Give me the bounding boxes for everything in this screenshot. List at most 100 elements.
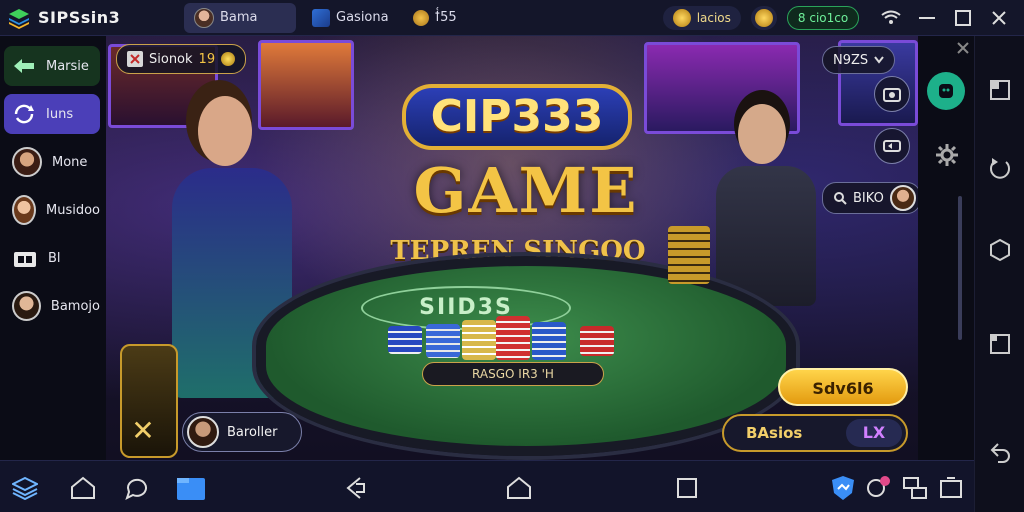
player-chip-label: BIKO <box>853 190 884 206</box>
sidebar-item-marsie[interactable]: Marsie <box>4 46 100 86</box>
chip-stack <box>462 320 496 360</box>
chip-stack <box>496 316 530 360</box>
recents-nav-icon[interactable] <box>674 475 700 501</box>
home-icon[interactable] <box>70 475 96 501</box>
tab-third[interactable]: ꝉ͑55 <box>403 3 467 33</box>
avatar <box>889 185 916 211</box>
expand-toggle[interactable]: N9ZS <box>822 46 896 74</box>
search-icon <box>834 192 847 205</box>
badge-label: Sionok <box>149 51 193 67</box>
sidebar-item-label: Musidoo <box>46 202 100 218</box>
chip-stack <box>668 226 710 284</box>
game-title: GAME <box>413 154 639 227</box>
bet-info-pill[interactable]: RASGO IR3 'H <box>422 362 604 386</box>
wifi-icon[interactable] <box>880 7 902 29</box>
gold-action-button[interactable]: Sdv6l6 <box>778 368 908 406</box>
close-square-icon <box>127 51 143 67</box>
chat-icon[interactable] <box>124 475 150 501</box>
player-label: Baroller <box>227 424 278 440</box>
player-chip[interactable]: BIKO <box>822 182 918 214</box>
dark-action-button[interactable]: BAsios LX <box>722 414 908 452</box>
app-title: SIPSsin3 <box>38 8 121 27</box>
chevron-down-icon <box>874 56 884 64</box>
bottom-bar <box>0 460 974 512</box>
avatar <box>12 195 36 225</box>
balance-pill[interactable]: 8 cio1co <box>786 5 860 30</box>
shield-icon[interactable] <box>830 475 856 501</box>
right-toolbar <box>918 36 974 460</box>
sidebar-item-label: Iuns <box>46 106 74 122</box>
avatar <box>187 416 219 448</box>
game-viewport[interactable]: Sionok 19 CIP333 GAME TEPREN SINGOO SIID… <box>106 36 918 460</box>
system-side-bar <box>974 36 1024 512</box>
window-icon[interactable] <box>988 332 1012 356</box>
collapse-icon[interactable] <box>956 40 970 54</box>
avatar <box>12 291 41 321</box>
scrollbar[interactable] <box>958 196 962 340</box>
recents-icon[interactable] <box>988 78 1012 102</box>
window-controls <box>880 7 1024 29</box>
coins-pill[interactable]: lacios <box>662 5 741 30</box>
sound-icon[interactable] <box>874 128 910 164</box>
chip-stack <box>426 324 460 358</box>
game-logo: CIP333 <box>402 84 632 150</box>
sidebar-item-label: Bl <box>48 250 61 266</box>
avatar <box>194 7 214 28</box>
sidebar-item-label: Mone <box>52 154 88 170</box>
sidebar-item-label: Bamojo <box>50 298 100 314</box>
coin-icon <box>412 9 429 26</box>
dark-button-label: BAsios <box>746 424 803 442</box>
rotate-icon[interactable] <box>988 156 1012 180</box>
chip-stack <box>580 326 614 356</box>
back-icon[interactable] <box>988 440 1012 464</box>
sidebar-item-musidoo[interactable]: Musidoo <box>4 190 100 230</box>
assistant-icon[interactable] <box>927 72 965 110</box>
tab-label: Gasiona <box>336 10 389 25</box>
home-nav-icon[interactable] <box>506 475 532 501</box>
close-icon[interactable] <box>988 7 1010 29</box>
notification-badge[interactable]: Sionok 19 <box>116 44 247 74</box>
top-bar: SIPSsin3 Bama Gasiona ꝉ͑55 lacios 8 cio1… <box>0 0 1024 36</box>
layers-icon[interactable] <box>12 475 38 501</box>
sidebar-item-iuns[interactable]: Iuns <box>4 94 100 134</box>
coin-icon <box>221 52 236 66</box>
top-right-label: N9ZS <box>833 52 869 68</box>
chip-stack <box>388 326 422 354</box>
camera-icon[interactable] <box>874 76 910 112</box>
folder-icon[interactable] <box>176 475 206 501</box>
app-icon <box>312 8 330 27</box>
app-brand: SIPSsin3 <box>0 7 176 29</box>
screenshot-icon[interactable] <box>938 475 964 501</box>
sidebar-item-label: Marsie <box>46 58 89 74</box>
close-icon[interactable]: ✕ <box>126 414 160 448</box>
emulator-window: SIPSsin3 Bama Gasiona ꝉ͑55 lacios 8 cio1… <box>0 0 1024 512</box>
player-pill[interactable]: Baroller <box>182 412 302 452</box>
refresh-icon <box>14 104 34 124</box>
multi-window-icon[interactable] <box>902 475 928 501</box>
tab-label: Bama <box>220 10 258 25</box>
dark-button-badge[interactable]: LX <box>846 419 902 447</box>
back-nav-icon[interactable] <box>342 475 368 501</box>
coins-label: lacios <box>696 10 731 25</box>
balance-label: 8 cio1co <box>797 10 849 25</box>
male-character <box>716 104 826 306</box>
tab-bama[interactable]: Bama <box>184 2 296 33</box>
sidebar-item-bamojo[interactable]: Bamojo <box>4 286 100 326</box>
game-controller-icon[interactable] <box>866 475 892 501</box>
folder-icon <box>14 252 36 267</box>
tab-label: ꝉ͑55 <box>434 10 457 25</box>
shake-icon[interactable] <box>988 238 1012 262</box>
settings-icon[interactable] <box>934 142 960 168</box>
sidebar-item-mone[interactable]: Mone <box>4 142 100 182</box>
tab-gasiona[interactable]: Gasiona <box>302 3 399 33</box>
badge-count: 19 <box>198 51 216 67</box>
coin-icon <box>754 8 773 27</box>
gold-coin-button[interactable] <box>750 5 777 30</box>
coin-icon <box>672 8 691 27</box>
maximize-icon[interactable] <box>952 7 974 29</box>
sidebar-item-bl[interactable]: Bl <box>4 238 100 278</box>
layers-logo-icon <box>9 8 29 29</box>
minimize-icon[interactable] <box>916 7 938 29</box>
left-sidebar: Marsie Iuns Mone Musidoo Bl Bamojo <box>0 36 106 460</box>
back-arrow-icon <box>14 59 34 73</box>
